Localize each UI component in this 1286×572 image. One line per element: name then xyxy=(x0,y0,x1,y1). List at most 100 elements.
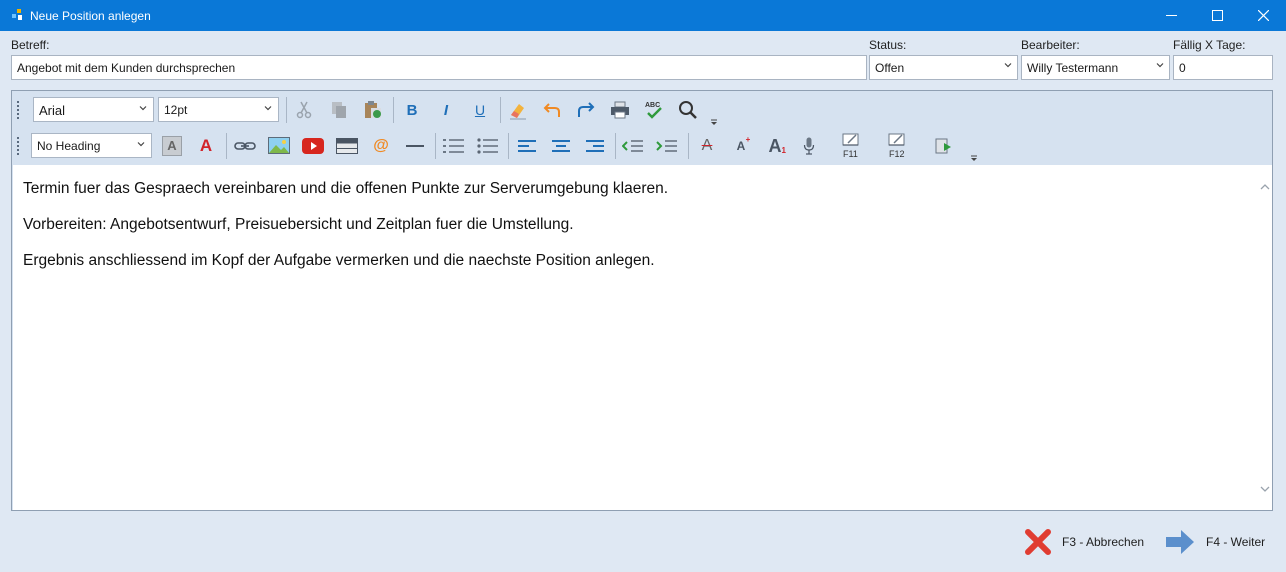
print-icon xyxy=(611,101,629,119)
eraser-icon xyxy=(510,104,526,120)
f11-label: F11 xyxy=(843,149,858,158)
editor-paragraph: Ergebnis anschliessend im Kopf der Aufga… xyxy=(23,252,655,269)
toolbar-separator xyxy=(435,133,436,159)
find-icon xyxy=(679,101,697,119)
subscript-button[interactable]: A1 xyxy=(761,132,789,160)
grip-icon[interactable] xyxy=(16,100,22,120)
align-center-button[interactable] xyxy=(547,132,575,160)
numbered-list-button[interactable] xyxy=(440,132,468,160)
toolbar-separator xyxy=(688,133,689,159)
minimize-icon xyxy=(1165,15,1177,16)
print-button[interactable] xyxy=(606,96,634,124)
bearbeiter-select[interactable]: Willy Testermann xyxy=(1021,55,1170,80)
image-button[interactable] xyxy=(265,132,293,160)
font-size-select[interactable]: 12pt xyxy=(158,97,279,122)
f12-button[interactable]: F12 xyxy=(882,130,912,160)
close-icon xyxy=(1257,10,1269,21)
toolbar-overflow-icon[interactable] xyxy=(710,119,718,127)
title-bar: Neue Position anlegen xyxy=(0,0,1286,31)
status-select[interactable]: Offen xyxy=(869,55,1018,80)
eraser-button[interactable] xyxy=(504,96,532,124)
redo-button[interactable] xyxy=(572,96,600,124)
outdent-icon xyxy=(622,140,643,152)
copy-icon xyxy=(332,102,346,118)
indent-button[interactable] xyxy=(653,132,681,160)
toolbar-separator xyxy=(615,133,616,159)
font-size-value: 12pt xyxy=(164,103,188,117)
spellcheck-button[interactable]: ABC xyxy=(640,96,668,124)
strikethrough-icon: A xyxy=(701,137,713,154)
toolbar-overflow-icon[interactable] xyxy=(970,155,978,163)
betreff-label: Betreff: xyxy=(11,38,50,52)
grip-icon[interactable] xyxy=(16,136,22,156)
next-button[interactable]: F4 - Weiter xyxy=(1164,526,1265,558)
align-center-icon xyxy=(552,140,570,152)
vertical-scrollbar[interactable] xyxy=(1257,165,1272,510)
window-title: Neue Position anlegen xyxy=(30,9,151,23)
app-icon xyxy=(12,9,22,20)
link-button[interactable] xyxy=(231,132,259,160)
font-family-value: Arial xyxy=(39,103,66,118)
paste-button[interactable] xyxy=(359,96,387,124)
strikethrough-button[interactable]: A xyxy=(693,132,721,160)
scroll-down-icon[interactable] xyxy=(1260,485,1270,493)
paste-icon xyxy=(365,101,381,118)
indent-icon xyxy=(656,140,677,152)
bold-button[interactable]: B xyxy=(398,96,426,124)
image-icon xyxy=(268,137,290,154)
minimize-button[interactable] xyxy=(1148,0,1194,31)
highlight-color-icon: A xyxy=(162,136,182,156)
outdent-button[interactable] xyxy=(619,132,647,160)
superscript-button[interactable]: A + xyxy=(727,132,755,160)
find-button[interactable] xyxy=(674,96,702,124)
toolbar-row-2: No Heading A A @ A A + A 1 F11 F12 xyxy=(12,128,1272,164)
font-family-select[interactable]: Arial xyxy=(33,97,154,122)
bullet-list-button[interactable] xyxy=(474,132,502,160)
betreff-input[interactable]: Angebot mit dem Kunden durchsprechen xyxy=(11,55,867,80)
underline-button[interactable]: U xyxy=(466,96,494,124)
horizontal-rule-icon xyxy=(406,145,424,147)
font-color-button[interactable]: A xyxy=(192,132,220,160)
maximize-icon xyxy=(1211,10,1223,21)
editor-paragraph: Termin fuer das Gespraech vereinbaren un… xyxy=(23,180,669,197)
microphone-button[interactable] xyxy=(795,132,823,160)
close-icon xyxy=(1025,529,1051,555)
copy-button[interactable] xyxy=(325,96,353,124)
close-button[interactable] xyxy=(1240,0,1286,31)
status-value: Offen xyxy=(875,61,905,75)
chevron-down-icon xyxy=(264,106,272,111)
status-label: Status: xyxy=(869,38,907,52)
cancel-button[interactable]: F3 - Abbrechen xyxy=(1024,526,1144,558)
horizontal-rule-button[interactable] xyxy=(401,132,429,160)
spellcheck-abc-text: ABC xyxy=(645,102,660,109)
toolbar-separator xyxy=(286,97,287,123)
cancel-label: F3 - Abbrechen xyxy=(1062,535,1145,549)
f12-icon: F12 xyxy=(888,133,905,158)
undo-button[interactable] xyxy=(538,96,566,124)
f11-icon: F11 xyxy=(842,133,859,158)
editor-paragraph: Vorbereiten: Angebotsentwurf, Preisueber… xyxy=(23,216,574,233)
table-button[interactable] xyxy=(333,132,361,160)
align-left-button[interactable] xyxy=(513,132,541,160)
bullet-list-icon xyxy=(477,138,498,154)
superscript-mark: + xyxy=(745,135,751,144)
numbered-list-icon xyxy=(443,139,464,153)
insert-button[interactable] xyxy=(930,132,958,160)
rich-text-editor: Arial 12pt B I U ABC No Heading A A @ A … xyxy=(11,90,1273,511)
maximize-button[interactable] xyxy=(1194,0,1240,31)
toolbar-separator xyxy=(393,97,394,123)
highlight-color-button[interactable]: A xyxy=(158,132,186,160)
heading-select[interactable]: No Heading xyxy=(31,133,152,158)
faellig-input[interactable]: 0 xyxy=(1173,55,1273,80)
scroll-up-icon[interactable] xyxy=(1260,183,1270,191)
cut-button[interactable] xyxy=(290,96,318,124)
superscript-letter: A xyxy=(736,139,746,153)
video-button[interactable] xyxy=(299,132,327,160)
f12-label: F12 xyxy=(889,149,905,158)
undo-icon xyxy=(543,103,560,117)
email-button[interactable]: @ xyxy=(367,132,395,160)
editor-content[interactable]: Termin fuer das Gespraech vereinbaren un… xyxy=(13,165,1257,510)
f11-button[interactable]: F11 xyxy=(836,130,866,160)
italic-button[interactable]: I xyxy=(432,96,460,124)
align-right-button[interactable] xyxy=(581,132,609,160)
